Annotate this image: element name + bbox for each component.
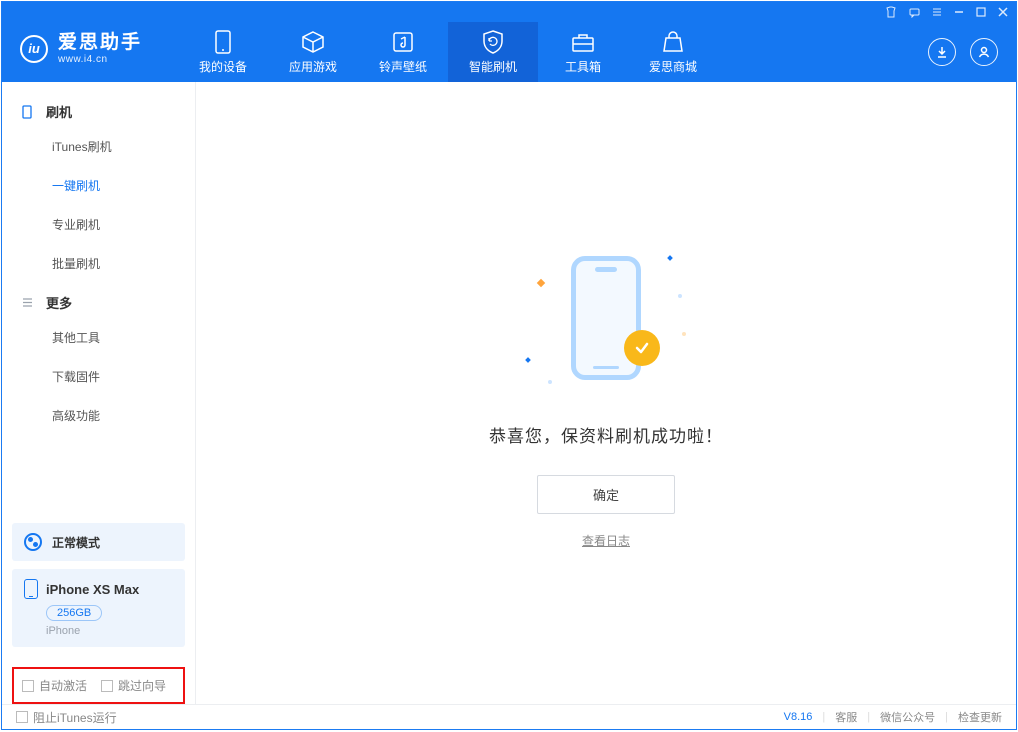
checkbox-icon	[16, 711, 28, 723]
logo-subtitle: www.i4.cn	[58, 54, 142, 65]
nav-label: 工具箱	[565, 58, 601, 75]
sidebar-item-other-tools[interactable]: 其他工具	[2, 318, 195, 357]
auto-activate-checkbox[interactable]: 自动激活	[22, 677, 87, 694]
footer-wechat-link[interactable]: 微信公众号	[880, 709, 935, 725]
nav-label: 铃声壁纸	[379, 58, 427, 75]
header: iu 爱思助手 www.i4.cn 我的设备 应用游戏 铃声壁纸 智能刷机 工具…	[2, 22, 1016, 82]
footer-update-link[interactable]: 检查更新	[958, 709, 1002, 725]
success-illustration	[516, 238, 696, 398]
phone-small-icon	[22, 105, 36, 119]
sidebar-item-itunes-flash[interactable]: iTunes刷机	[2, 127, 195, 166]
sidebar: 刷机 iTunes刷机 一键刷机 专业刷机 批量刷机 更多 其他工具 下载固件 …	[2, 82, 196, 704]
toolbox-icon	[571, 30, 595, 54]
check-badge-icon	[624, 330, 660, 366]
nav-label: 我的设备	[199, 58, 247, 75]
nav-my-device[interactable]: 我的设备	[178, 22, 268, 82]
mode-indicator[interactable]: 正常模式	[12, 523, 185, 561]
nav-label: 爱思商城	[649, 58, 697, 75]
checkbox-icon	[101, 680, 113, 692]
checkbox-label: 阻止iTunes运行	[33, 709, 117, 726]
maximize-icon[interactable]	[976, 7, 986, 17]
titlebar	[2, 2, 1016, 22]
sidebar-item-pro-flash[interactable]: 专业刷机	[2, 205, 195, 244]
checkbox-label: 自动激活	[39, 677, 87, 694]
view-log-link[interactable]: 查看日志	[582, 532, 630, 549]
nav: 我的设备 应用游戏 铃声壁纸 智能刷机 工具箱 爱思商城	[178, 22, 718, 82]
cube-icon	[301, 30, 325, 54]
minimize-icon[interactable]	[954, 7, 964, 17]
nav-ringtone[interactable]: 铃声壁纸	[358, 22, 448, 82]
highlighted-options: 自动激活 跳过向导	[12, 667, 185, 704]
skin-icon[interactable]	[885, 6, 897, 18]
mode-icon	[24, 533, 42, 551]
hamburger-icon	[22, 297, 36, 308]
phone-icon	[211, 30, 235, 54]
footer: 阻止iTunes运行 V8.16 | 客服 | 微信公众号 | 检查更新	[2, 704, 1016, 729]
feedback-icon[interactable]	[909, 7, 920, 18]
sidebar-item-advanced[interactable]: 高级功能	[2, 396, 195, 435]
main-content: 恭喜您，保资料刷机成功啦！ 确定 查看日志	[196, 82, 1016, 704]
checkbox-icon	[22, 680, 34, 692]
footer-kefu-link[interactable]: 客服	[835, 709, 857, 725]
download-manager-button[interactable]	[928, 38, 956, 66]
nav-toolbox[interactable]: 工具箱	[538, 22, 628, 82]
device-type: iPhone	[46, 625, 173, 637]
mode-label: 正常模式	[52, 534, 100, 551]
nav-flash[interactable]: 智能刷机	[448, 22, 538, 82]
music-icon	[391, 30, 415, 54]
sidebar-item-onekey-flash[interactable]: 一键刷机	[2, 166, 195, 205]
user-button[interactable]	[970, 38, 998, 66]
nav-label: 智能刷机	[469, 58, 517, 75]
logo[interactable]: iu 爱思助手 www.i4.cn	[2, 33, 160, 71]
skip-guide-checkbox[interactable]: 跳过向导	[101, 677, 166, 694]
menu-icon[interactable]	[932, 7, 942, 17]
ok-button[interactable]: 确定	[537, 475, 675, 514]
device-icon	[24, 579, 38, 599]
sidebar-section-more[interactable]: 更多	[2, 283, 195, 318]
shield-refresh-icon	[481, 30, 505, 54]
section-title: 更多	[46, 293, 72, 312]
logo-icon: iu	[20, 35, 48, 63]
section-title: 刷机	[46, 102, 72, 121]
nav-apps[interactable]: 应用游戏	[268, 22, 358, 82]
device-panel[interactable]: iPhone XS Max 256GB iPhone	[12, 569, 185, 647]
checkbox-label: 跳过向导	[118, 677, 166, 694]
version-label: V8.16	[784, 711, 813, 723]
nav-label: 应用游戏	[289, 58, 337, 75]
sidebar-item-batch-flash[interactable]: 批量刷机	[2, 244, 195, 283]
device-name: iPhone XS Max	[46, 582, 139, 597]
close-icon[interactable]	[998, 7, 1008, 17]
bag-icon	[661, 30, 685, 54]
nav-store[interactable]: 爱思商城	[628, 22, 718, 82]
success-message: 恭喜您，保资料刷机成功啦！	[489, 422, 723, 447]
sidebar-item-download-firmware[interactable]: 下载固件	[2, 357, 195, 396]
logo-title: 爱思助手	[58, 33, 142, 54]
block-itunes-checkbox[interactable]: 阻止iTunes运行	[16, 709, 117, 726]
sidebar-section-flash[interactable]: 刷机	[2, 92, 195, 127]
device-capacity: 256GB	[46, 605, 102, 621]
